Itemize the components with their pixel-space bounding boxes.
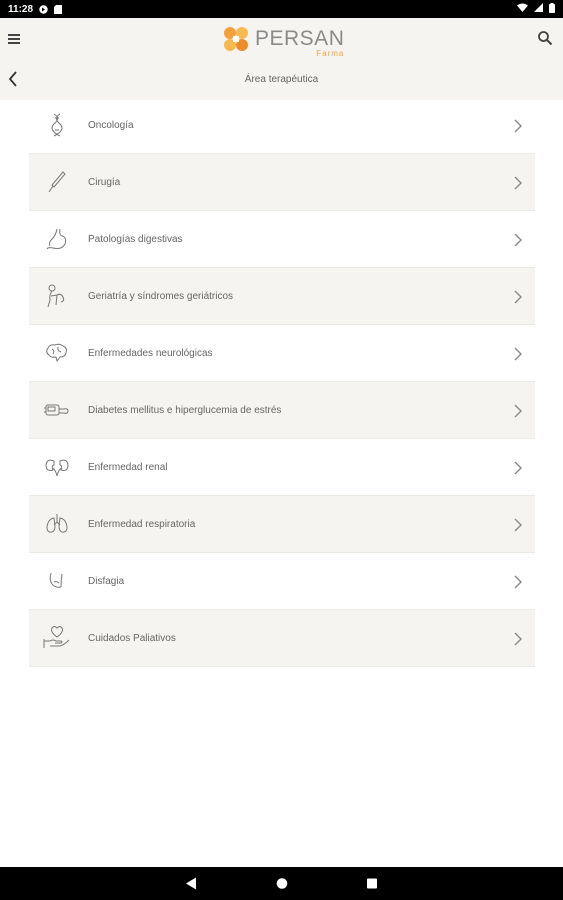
battery-icon: [549, 2, 555, 16]
system-navigation-bar: [0, 867, 563, 900]
list-item-cirugia[interactable]: Cirugía: [29, 154, 535, 211]
triangle-back-icon: [186, 877, 196, 890]
nav-recents-button[interactable]: [366, 877, 378, 895]
elderly-person-icon: [37, 283, 77, 309]
persan-farma-logo: PERSAN Farma: [221, 22, 345, 58]
scalpel-icon: [37, 169, 77, 195]
glucose-meter-icon: [37, 400, 77, 420]
list-item-diabetes[interactable]: Diabetes mellitus e hiperglucemia de est…: [29, 382, 535, 439]
list-item-label: Enfermedades neurológicas: [88, 347, 213, 359]
list-item-label: Disfagia: [88, 575, 125, 587]
chevron-right-icon: [514, 518, 522, 532]
menu-button[interactable]: [8, 32, 24, 46]
lungs-icon: [37, 512, 77, 536]
list-item-patologias-digestivas[interactable]: Patologías digestivas: [29, 211, 535, 268]
chevron-right-icon: [514, 233, 522, 247]
list-item-oncologia[interactable]: Oncología: [29, 97, 535, 154]
status-icons: [517, 2, 555, 16]
list-item-disfagia[interactable]: Disfagia: [29, 553, 535, 610]
throat-icon: [37, 570, 77, 592]
list-item-geriatria[interactable]: Geriatría y síndromes geriátricos: [29, 268, 535, 325]
wifi-icon: [517, 3, 528, 15]
chevron-right-icon: [514, 347, 522, 361]
stomach-icon: [37, 227, 77, 251]
square-recents-icon: [367, 878, 377, 889]
kidneys-icon: [37, 456, 77, 478]
nav-home-button[interactable]: [276, 877, 288, 895]
brain-icon: [37, 342, 77, 364]
menu-line: [8, 42, 20, 44]
list-item-enfermedad-renal[interactable]: Enfermedad renal: [29, 439, 535, 496]
list-item-cuidados-paliativos[interactable]: Cuidados Paliativos: [29, 610, 535, 667]
status-time: 11:28: [8, 3, 34, 15]
list-item-label: Enfermedad renal: [88, 461, 168, 473]
menu-line: [8, 38, 20, 40]
heart-hand-icon: [37, 625, 77, 651]
status-bar: 11:28: [0, 0, 563, 18]
dna-ribbon-icon: [37, 112, 77, 138]
nav-back-button[interactable]: [185, 877, 197, 895]
signal-icon: [534, 3, 543, 15]
list-item-label: Diabetes mellitus e hiperglucemia de est…: [88, 404, 282, 416]
chevron-right-icon: [514, 404, 522, 418]
sd-card-icon: [53, 4, 62, 14]
search-icon: [538, 31, 553, 46]
list-item-label: Enfermedad respiratoria: [88, 518, 196, 530]
chevron-right-icon: [514, 176, 522, 190]
circle-home-icon: [276, 878, 288, 889]
list-item-label: Cuidados Paliativos: [88, 632, 176, 644]
therapeutic-area-list: Oncología Cirugía Patologías digestivas …: [29, 97, 535, 667]
search-button[interactable]: [537, 30, 555, 48]
app-header: PERSAN Farma Área terapéutica: [0, 18, 563, 100]
chevron-right-icon: [514, 461, 522, 475]
logo-name: PERSAN: [255, 27, 345, 50]
list-item-enfermedad-respiratoria[interactable]: Enfermedad respiratoria: [29, 496, 535, 553]
list-item-label: Patologías digestivas: [88, 233, 183, 245]
page-title: Área terapéutica: [244, 74, 319, 85]
clover-logo-icon: [224, 27, 248, 51]
chevron-right-icon: [514, 575, 522, 589]
logo-subtitle: Farma: [316, 49, 345, 58]
list-item-enfermedades-neurologicas[interactable]: Enfermedades neurológicas: [29, 325, 535, 382]
chevron-right-icon: [514, 119, 522, 133]
list-item-label: Cirugía: [88, 176, 121, 188]
list-item-label: Geriatría y síndromes geriátricos: [88, 290, 234, 302]
chevron-right-icon: [514, 632, 522, 646]
chevron-right-icon: [514, 290, 522, 304]
menu-line: [8, 34, 20, 36]
notification-icon: [39, 4, 48, 14]
list-item-label: Oncología: [88, 119, 134, 131]
